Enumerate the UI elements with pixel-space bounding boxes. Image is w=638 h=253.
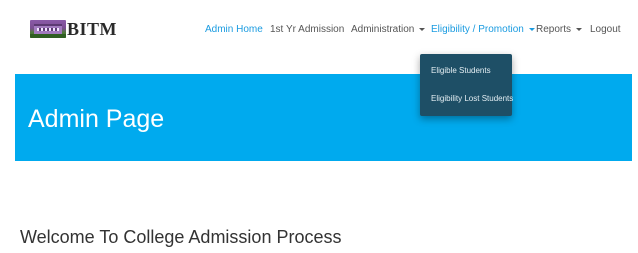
dropdown-item-eligibility-lost-students[interactable]: Eligibility Lost Students xyxy=(431,94,513,103)
page-header-banner: Admin Page xyxy=(15,74,632,161)
caret-down-icon xyxy=(576,27,583,31)
dropdown-item-eligible-students[interactable]: Eligible Students xyxy=(431,66,491,75)
nav-logout[interactable]: Logout xyxy=(590,23,621,37)
nav-eligibility-promotion[interactable]: Eligibility / Promotion xyxy=(431,23,535,37)
top-navbar: BITM Admin Home 1st Yr Admission Adminis… xyxy=(0,0,638,62)
nav-eligibility-promotion-label: Eligibility / Promotion xyxy=(431,24,524,35)
nav-reports[interactable]: Reports xyxy=(536,23,583,37)
eligibility-dropdown-menu: Eligible Students Eligibility Lost Stude… xyxy=(420,54,513,116)
nav-administration[interactable]: Administration xyxy=(351,23,426,37)
nav-reports-label: Reports xyxy=(536,24,572,35)
nav-admin-home[interactable]: Admin Home xyxy=(205,23,263,37)
caret-down-icon xyxy=(419,27,426,31)
welcome-message: Welcome To College Admission Process xyxy=(20,227,342,247)
brand-text: BITM xyxy=(67,19,118,39)
brand-logo-link[interactable]: BITM xyxy=(30,19,117,39)
caret-down-icon xyxy=(528,27,535,31)
college-building-logo-icon xyxy=(30,20,66,38)
nav-1st-yr-admission[interactable]: 1st Yr Admission xyxy=(270,23,344,37)
nav-administration-label: Administration xyxy=(351,24,415,35)
page-title: Admin Page xyxy=(28,105,165,133)
